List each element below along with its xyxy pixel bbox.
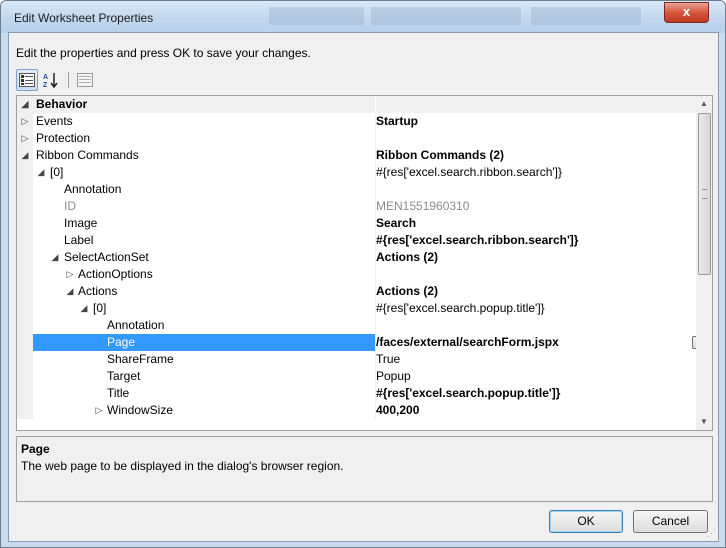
property-name: Title	[107, 386, 130, 400]
scroll-down-icon[interactable]: ▼	[696, 414, 712, 430]
property-row-annotation[interactable]: Annotation	[17, 181, 696, 198]
property-value[interactable]: /faces/external/searchForm.jspx	[376, 334, 696, 351]
property-value[interactable]	[376, 317, 696, 334]
alphabetical-button[interactable]: A Z	[40, 69, 62, 91]
property-value[interactable]: Actions (2)	[376, 283, 696, 300]
property-value[interactable]: Search	[376, 215, 696, 232]
property-value[interactable]: #{res['excel.search.ribbon.search']}	[376, 232, 696, 249]
property-value[interactable]: #{res['excel.search.popup.title']}	[376, 300, 696, 317]
property-name: WindowSize	[107, 403, 174, 417]
close-button[interactable]: x	[664, 2, 709, 23]
property-row-title[interactable]: Title #{res['excel.search.popup.title']}	[17, 385, 696, 402]
property-name: Actions	[78, 284, 118, 298]
property-value[interactable]: #{res['excel.search.popup.title']}	[376, 385, 696, 402]
property-name: Ribbon Commands	[36, 148, 139, 162]
property-row-windowsize[interactable]: ▷ WindowSize 400,200	[17, 402, 696, 419]
property-value[interactable]	[376, 130, 696, 147]
window-title: Edit Worksheet Properties	[14, 11, 154, 25]
ok-button[interactable]: OK	[549, 510, 623, 533]
close-icon: x	[682, 4, 691, 19]
property-row-protection[interactable]: ▷ Protection	[17, 130, 696, 147]
instruction-text: Edit the properties and press OK to save…	[16, 46, 311, 60]
property-row-shareframe[interactable]: ShareFrame True	[17, 351, 696, 368]
categorized-button[interactable]	[16, 69, 38, 91]
property-value	[376, 96, 696, 113]
property-name: Protection	[36, 131, 91, 145]
property-pages-icon	[77, 73, 93, 87]
property-value[interactable]: Popup	[376, 368, 696, 385]
collapse-toggle-icon[interactable]: ◢	[36, 164, 46, 181]
scroll-thumb[interactable]	[698, 113, 711, 275]
expand-toggle-icon[interactable]: ▷	[20, 130, 30, 147]
property-name: ID	[64, 199, 76, 213]
expand-toggle-icon[interactable]: ▷	[20, 113, 30, 130]
property-row-id[interactable]: ID MEN1551960310	[17, 198, 696, 215]
background-blur	[269, 7, 364, 25]
cancel-button[interactable]: Cancel	[633, 510, 708, 533]
category-label: Behavior	[36, 97, 88, 111]
property-row-selectactionset[interactable]: ◢ SelectActionSet Actions (2)	[17, 249, 696, 266]
expand-toggle-icon[interactable]: ▷	[94, 402, 104, 419]
property-name: Label	[64, 233, 94, 247]
property-row-actionoptions[interactable]: ▷ ActionOptions	[17, 266, 696, 283]
alphabetical-icon: A Z	[43, 73, 58, 88]
collapse-toggle-icon[interactable]: ◢	[20, 96, 30, 113]
categorized-icon	[19, 73, 35, 87]
property-value[interactable]	[376, 266, 696, 283]
property-row-ribbon-commands[interactable]: ◢ Ribbon Commands Ribbon Commands (2)	[17, 147, 696, 164]
property-row-command-0[interactable]: ◢ [0] #{res['excel.search.ribbon.search'…	[17, 164, 696, 181]
svg-text:Z: Z	[43, 82, 48, 88]
property-value[interactable]: Actions (2)	[376, 249, 696, 266]
property-row-image[interactable]: Image Search	[17, 215, 696, 232]
scroll-up-icon[interactable]: ▲	[696, 96, 712, 112]
property-name: Image	[64, 216, 98, 230]
description-panel: Page The web page to be displayed in the…	[16, 436, 713, 502]
description-text: The web page to be displayed in the dial…	[21, 459, 344, 473]
dialog-window: Edit Worksheet Properties x Edit the pro…	[0, 0, 726, 548]
property-value[interactable]: Startup	[376, 113, 696, 130]
property-name: Target	[107, 369, 141, 383]
property-row-label[interactable]: Label #{res['excel.search.ribbon.search'…	[17, 232, 696, 249]
dialog-body: Edit the properties and press OK to save…	[8, 32, 719, 542]
property-name: Events	[36, 114, 73, 128]
property-row-action-annotation[interactable]: Annotation	[17, 317, 696, 334]
property-row-target[interactable]: Target Popup	[17, 368, 696, 385]
property-pages-button[interactable]	[74, 69, 96, 91]
category-behavior[interactable]: ◢ Behavior	[17, 96, 696, 113]
property-value[interactable]: True	[376, 351, 696, 368]
property-row-events[interactable]: ▷ Events Startup	[17, 113, 696, 130]
title-bar[interactable]: Edit Worksheet Properties x	[1, 1, 725, 33]
background-blur	[531, 7, 641, 25]
property-value[interactable]: #{res['excel.search.ribbon.search']}	[376, 164, 696, 181]
property-row-action-0[interactable]: ◢ [0] #{res['excel.search.popup.title']}	[17, 300, 696, 317]
toolbar-separator	[68, 72, 69, 88]
svg-text:A: A	[43, 74, 48, 81]
vertical-scrollbar[interactable]: ▲ ▼	[696, 96, 712, 430]
property-name: [0]	[93, 301, 107, 315]
property-name: Page	[107, 335, 136, 349]
collapse-toggle-icon[interactable]: ◢	[20, 147, 30, 164]
collapse-toggle-icon[interactable]: ◢	[65, 283, 75, 300]
property-value: MEN1551960310	[376, 199, 470, 213]
property-name: ActionOptions	[78, 267, 153, 281]
property-name: ShareFrame	[107, 352, 174, 366]
property-value[interactable]	[376, 181, 696, 198]
resize-grip-icon[interactable]: ⋰	[707, 528, 716, 539]
property-name: Annotation	[107, 318, 165, 332]
expand-toggle-icon[interactable]: ▷	[65, 266, 75, 283]
description-title: Page	[21, 442, 50, 456]
property-row-actions[interactable]: ◢ Actions Actions (2)	[17, 283, 696, 300]
property-row-page[interactable]: Page /faces/external/searchForm.jspx ...	[17, 334, 709, 351]
collapse-toggle-icon[interactable]: ◢	[50, 249, 60, 266]
background-blur	[371, 7, 521, 25]
property-name: Annotation	[64, 182, 122, 196]
property-name: [0]	[50, 165, 64, 179]
property-value[interactable]: 400,200	[376, 402, 696, 419]
property-grid[interactable]: ◢ Behavior ▷ Events Startup ▷ Protection	[16, 95, 713, 431]
property-value[interactable]: Ribbon Commands (2)	[376, 147, 696, 164]
property-name: SelectActionSet	[64, 250, 149, 264]
collapse-toggle-icon[interactable]: ◢	[79, 300, 89, 317]
